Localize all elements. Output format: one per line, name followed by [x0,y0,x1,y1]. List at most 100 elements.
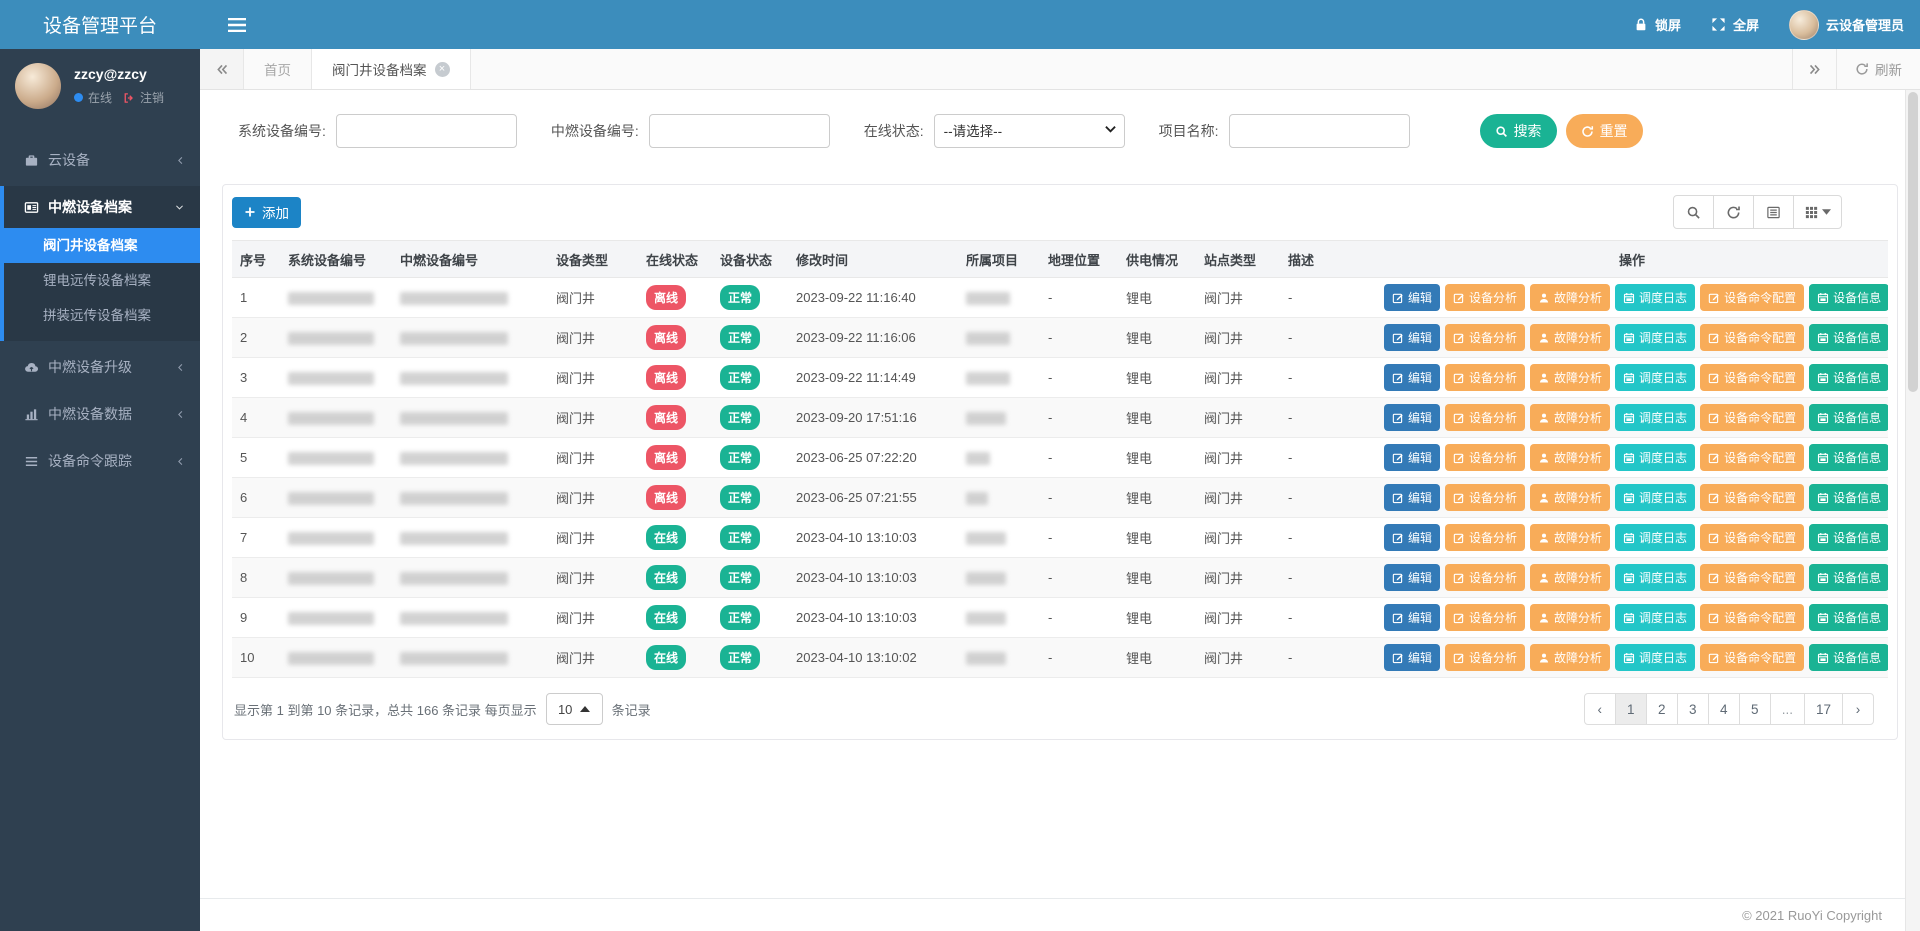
page-17-button[interactable]: 17 [1804,693,1843,725]
action-edit-button[interactable]: 编辑 [1384,524,1440,551]
sidebar-item-cloud-device[interactable]: 云设备 [0,139,200,181]
action-device-info-button[interactable]: 设备信息 [1809,324,1888,351]
page-5-button[interactable]: 5 [1739,693,1771,725]
sidebar-subitem[interactable]: 拼装远传设备档案 [4,298,200,333]
action-dispatch-log-button[interactable]: 调度日志 [1615,444,1695,471]
table-detail-view-button[interactable] [1753,195,1794,229]
close-tab-icon[interactable] [435,62,450,77]
action-device-info-button[interactable]: 设备信息 [1809,364,1888,391]
action-dispatch-log-button[interactable]: 调度日志 [1615,324,1695,351]
action-dispatch-log-button[interactable]: 调度日志 [1615,644,1695,671]
action-device-analysis-button[interactable]: 设备分析 [1445,364,1525,391]
tab-valve-well-archive[interactable]: 阀门井设备档案 [312,49,471,89]
action-edit-button[interactable]: 编辑 [1384,484,1440,511]
action-device-command-config-button[interactable]: 设备命令配置 [1700,404,1804,431]
fullscreen-button[interactable]: 全屏 [1711,15,1759,34]
page-1-button[interactable]: 1 [1615,693,1647,725]
action-fault-analysis-button[interactable]: 故障分析 [1530,284,1610,311]
page-next-button[interactable]: › [1842,693,1874,725]
scrollbar[interactable] [1905,90,1920,931]
page-4-button[interactable]: 4 [1708,693,1740,725]
user-menu[interactable]: 云设备管理员 [1789,10,1904,40]
online-state-select[interactable]: --请选择-- [934,114,1125,148]
action-device-command-config-button[interactable]: 设备命令配置 [1700,644,1804,671]
action-edit-button[interactable]: 编辑 [1384,364,1440,391]
action-device-analysis-button[interactable]: 设备分析 [1445,444,1525,471]
action-device-command-config-button[interactable]: 设备命令配置 [1700,444,1804,471]
action-device-analysis-button[interactable]: 设备分析 [1445,644,1525,671]
action-edit-button[interactable]: 编辑 [1384,604,1440,631]
action-fault-analysis-button[interactable]: 故障分析 [1530,444,1610,471]
table-search-button[interactable] [1673,195,1714,229]
action-device-info-button[interactable]: 设备信息 [1809,524,1888,551]
action-fault-analysis-button[interactable]: 故障分析 [1530,644,1610,671]
action-dispatch-log-button[interactable]: 调度日志 [1615,524,1695,551]
action-edit-button[interactable]: 编辑 [1384,444,1440,471]
sidebar-item-zr-device-data[interactable]: 中燃设备数据 [0,393,200,435]
action-device-command-config-button[interactable]: 设备命令配置 [1700,484,1804,511]
action-edit-button[interactable]: 编辑 [1384,564,1440,591]
refresh-tab-button[interactable]: 刷新 [1836,49,1920,89]
tabs-scroll-left-button[interactable] [200,49,244,89]
action-edit-button[interactable]: 编辑 [1384,404,1440,431]
table-columns-button[interactable] [1793,195,1842,229]
action-device-analysis-button[interactable]: 设备分析 [1445,324,1525,351]
action-device-analysis-button[interactable]: 设备分析 [1445,484,1525,511]
sidebar-item-zr-device-archive[interactable]: 中燃设备档案 [4,186,200,228]
action-dispatch-log-button[interactable]: 调度日志 [1615,484,1695,511]
action-device-command-config-button[interactable]: 设备命令配置 [1700,604,1804,631]
logout-link[interactable]: 注销 [140,89,164,106]
action-edit-button[interactable]: 编辑 [1384,284,1440,311]
action-device-analysis-button[interactable]: 设备分析 [1445,284,1525,311]
action-edit-button[interactable]: 编辑 [1384,324,1440,351]
page-2-button[interactable]: 2 [1646,693,1678,725]
search-button[interactable]: 搜索 [1480,114,1557,148]
action-device-info-button[interactable]: 设备信息 [1809,444,1888,471]
tab-home[interactable]: 首页 [244,49,312,89]
lock-screen-button[interactable]: 锁屏 [1634,15,1681,34]
page-size-select[interactable]: 10 [546,693,603,725]
sidebar-subitem[interactable]: 阀门井设备档案 [4,228,200,263]
zr-device-no-input[interactable] [649,114,830,148]
project-name-input[interactable] [1229,114,1410,148]
action-device-analysis-button[interactable]: 设备分析 [1445,564,1525,591]
action-device-analysis-button[interactable]: 设备分析 [1445,404,1525,431]
system-device-no-input[interactable] [336,114,517,148]
action-device-info-button[interactable]: 设备信息 [1809,484,1888,511]
action-fault-analysis-button[interactable]: 故障分析 [1530,364,1610,391]
action-device-command-config-button[interactable]: 设备命令配置 [1700,364,1804,391]
action-device-command-config-button[interactable]: 设备命令配置 [1700,284,1804,311]
table-refresh-button[interactable] [1713,195,1754,229]
page-3-button[interactable]: 3 [1677,693,1709,725]
page-prev-button[interactable]: ‹ [1584,693,1616,725]
action-device-info-button[interactable]: 设备信息 [1809,604,1888,631]
sidebar-toggle-button[interactable] [228,18,246,32]
action-device-analysis-button[interactable]: 设备分析 [1445,604,1525,631]
action-dispatch-log-button[interactable]: 调度日志 [1615,604,1695,631]
action-device-info-button[interactable]: 设备信息 [1809,644,1888,671]
action-fault-analysis-button[interactable]: 故障分析 [1530,564,1610,591]
action-fault-analysis-button[interactable]: 故障分析 [1530,604,1610,631]
action-edit-button[interactable]: 编辑 [1384,644,1440,671]
action-device-command-config-button[interactable]: 设备命令配置 [1700,524,1804,551]
action-device-info-button[interactable]: 设备信息 [1809,564,1888,591]
tabs-scroll-right-button[interactable] [1792,49,1836,89]
action-device-info-button[interactable]: 设备信息 [1809,404,1888,431]
action-fault-analysis-button[interactable]: 故障分析 [1530,324,1610,351]
action-dispatch-log-button[interactable]: 调度日志 [1615,404,1695,431]
action-device-analysis-button[interactable]: 设备分析 [1445,524,1525,551]
action-device-info-button[interactable]: 设备信息 [1809,284,1888,311]
sidebar-item-zr-device-upgrade[interactable]: 中燃设备升级 [0,346,200,388]
action-dispatch-log-button[interactable]: 调度日志 [1615,364,1695,391]
action-dispatch-log-button[interactable]: 调度日志 [1615,564,1695,591]
action-device-command-config-button[interactable]: 设备命令配置 [1700,324,1804,351]
action-fault-analysis-button[interactable]: 故障分析 [1530,524,1610,551]
sidebar-subitem[interactable]: 锂电远传设备档案 [4,263,200,298]
add-button[interactable]: 添加 [232,197,301,228]
reset-button[interactable]: 重置 [1566,114,1643,148]
action-dispatch-log-button[interactable]: 调度日志 [1615,284,1695,311]
action-device-command-config-button[interactable]: 设备命令配置 [1700,564,1804,591]
action-fault-analysis-button[interactable]: 故障分析 [1530,484,1610,511]
scrollbar-thumb[interactable] [1908,92,1918,392]
sidebar-item-device-command-trace[interactable]: 设备命令跟踪 [0,440,200,482]
